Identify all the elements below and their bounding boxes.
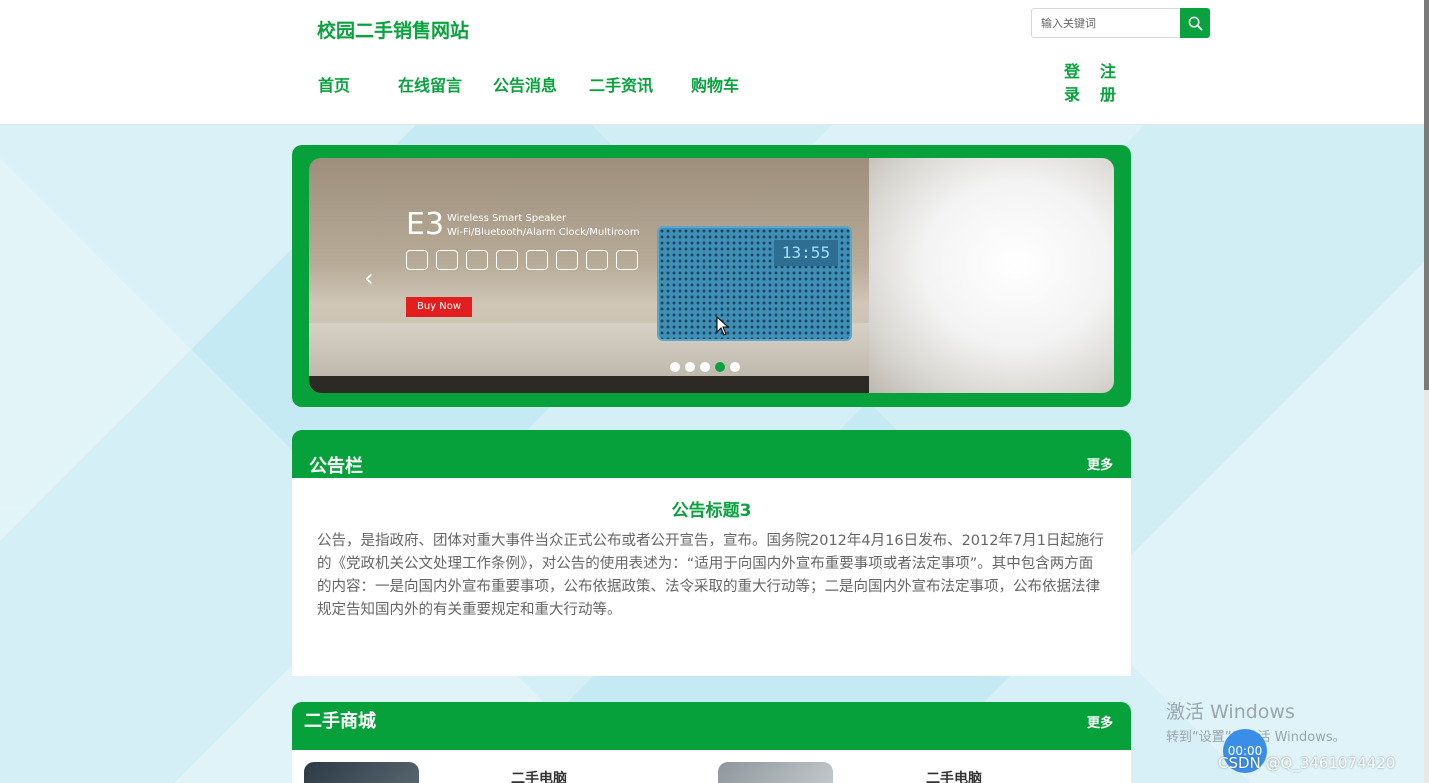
music-icon — [466, 250, 488, 270]
product-name[interactable]: 二手电脑 — [511, 768, 567, 783]
mouse-cursor-icon — [716, 316, 730, 336]
wifi-icon — [406, 250, 428, 270]
shop-section-title: 二手商城 — [304, 711, 376, 732]
login-link-line2: 录 — [1063, 85, 1080, 104]
alarm-icon — [556, 250, 578, 270]
carousel-dot[interactable] — [730, 362, 740, 372]
notice-title[interactable]: 公告标题3 — [292, 496, 1131, 521]
product-subtitle-line1: Wireless Smart Speaker — [447, 213, 567, 224]
bluetooth-icon — [436, 250, 458, 270]
notice-text: 公告，是指政府、团体对重大事件当众正式公布或者公开宣告，宣布。国务院2012年4… — [317, 533, 1104, 618]
carousel-dot[interactable] — [685, 362, 695, 372]
device-icon — [586, 250, 608, 270]
search-button[interactable] — [1180, 8, 1210, 38]
search-icon — [1188, 16, 1202, 30]
shop-more-link[interactable]: 更多 — [1087, 712, 1113, 731]
product-subtitle: Wireless Smart Speaker Wi-Fi/Bluetooth/A… — [447, 212, 640, 240]
carousel-dot[interactable] — [700, 362, 710, 372]
chevron-left-icon[interactable]: ‹ — [364, 264, 374, 292]
notice-body: 公告标题3 公告，是指政府、团体对重大事件当众正式公布或者公开宣告，宣布。国务院… — [292, 478, 1131, 676]
search-input[interactable] — [1031, 8, 1181, 38]
phone-icon — [496, 250, 518, 270]
site-title[interactable]: 校园二手销售网站 — [317, 16, 469, 43]
login-link-line1: 登 — [1063, 62, 1080, 81]
site-header: 校园二手销售网站 首页 在线留言 公告消息 二手资讯 购物车 登 录 注 册 — [0, 0, 1424, 125]
carousel-indicators — [670, 362, 740, 372]
feature-icon-row — [406, 250, 638, 270]
csdn-watermark: CSDN @Q_3461074420 — [1218, 754, 1396, 772]
shop-product-list: 二手电脑 二手电脑 — [292, 750, 1131, 783]
slide-shelf-edge — [309, 376, 909, 393]
nav-announcements[interactable]: 公告消息 — [493, 72, 557, 96]
product-image[interactable] — [718, 762, 833, 783]
product-subtitle-line2: Wi-Fi/Bluetooth/Alarm Clock/Multiroom — [447, 227, 640, 238]
nav-message-board[interactable]: 在线留言 — [398, 72, 462, 96]
notice-section-title: 公告栏 — [309, 456, 363, 477]
product-image[interactable] — [304, 762, 419, 783]
radio-icon — [526, 250, 548, 270]
register-link[interactable]: 注 册 — [1098, 60, 1118, 106]
shop-section-header: 二手商城 更多 — [292, 702, 1131, 750]
speaker-icon — [616, 250, 638, 270]
register-link-line1: 注 — [1099, 62, 1116, 81]
nav-cart[interactable]: 购物车 — [691, 72, 739, 96]
carousel-dot-active[interactable] — [715, 362, 725, 372]
carousel-slide[interactable]: E3 Wireless Smart Speaker Wi-Fi/Bluetoot… — [309, 158, 1114, 393]
slide-pillow — [869, 158, 1114, 393]
register-link-line2: 册 — [1099, 85, 1116, 104]
scrollbar-thumb[interactable] — [1424, 0, 1429, 390]
speaker-display: 13:55 — [774, 240, 838, 266]
product-model: E3 — [406, 207, 445, 242]
notice-section-header: 公告栏 更多 — [292, 430, 1131, 478]
nav-secondhand-news[interactable]: 二手资讯 — [589, 72, 653, 96]
banner-carousel: E3 Wireless Smart Speaker Wi-Fi/Bluetoot… — [292, 145, 1131, 407]
carousel-dot[interactable] — [670, 362, 680, 372]
notice-more-link[interactable]: 更多 — [1087, 454, 1113, 473]
buy-now-button[interactable]: Buy Now — [406, 297, 472, 317]
windows-activation-title: 激活 Windows — [1166, 701, 1295, 723]
login-link[interactable]: 登 录 — [1062, 60, 1082, 106]
product-name[interactable]: 二手电脑 — [926, 768, 982, 783]
nav-home[interactable]: 首页 — [318, 72, 350, 96]
